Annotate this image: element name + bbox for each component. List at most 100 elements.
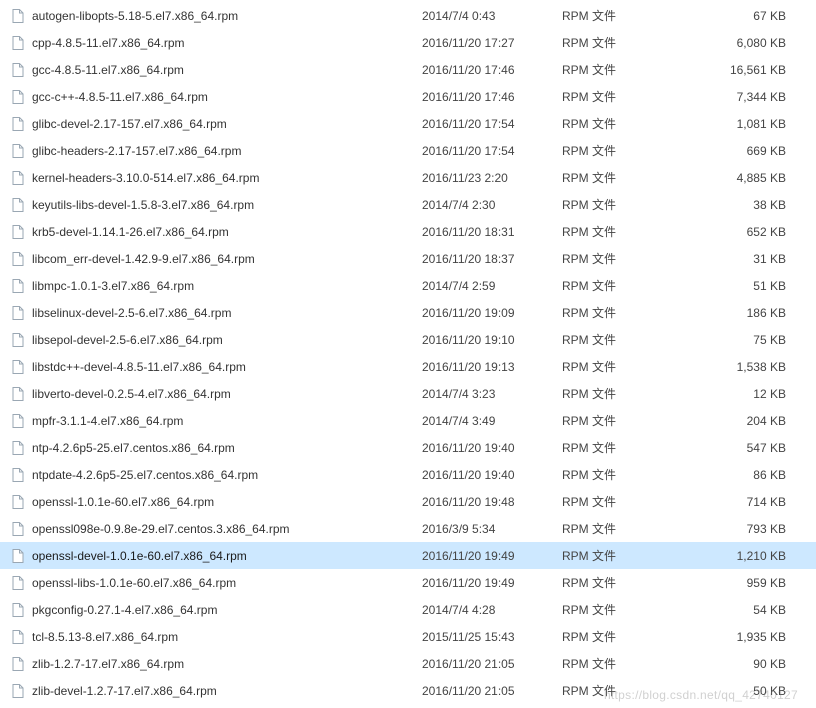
file-type: RPM 文件 <box>562 466 662 483</box>
file-name: ntp-4.2.6p5-25.el7.centos.x86_64.rpm <box>32 441 422 455</box>
file-icon <box>10 494 26 510</box>
file-date: 2016/11/20 17:54 <box>422 144 562 158</box>
file-row[interactable]: libmpc-1.0.1-3.el7.x86_64.rpm2014/7/4 2:… <box>0 272 816 299</box>
file-size: 16,561 KB <box>662 63 810 77</box>
file-icon <box>10 8 26 24</box>
file-size: 86 KB <box>662 468 810 482</box>
file-row[interactable]: openssl-libs-1.0.1e-60.el7.x86_64.rpm201… <box>0 569 816 596</box>
file-date: 2016/3/9 5:34 <box>422 522 562 536</box>
file-date: 2016/11/20 17:54 <box>422 117 562 131</box>
file-type: RPM 文件 <box>562 385 662 402</box>
file-name: pkgconfig-0.27.1-4.el7.x86_64.rpm <box>32 603 422 617</box>
file-date: 2016/11/20 19:49 <box>422 576 562 590</box>
file-type: RPM 文件 <box>562 304 662 321</box>
file-name: cpp-4.8.5-11.el7.x86_64.rpm <box>32 36 422 50</box>
file-list[interactable]: autogen-libopts-5.18-5.el7.x86_64.rpm201… <box>0 0 816 708</box>
file-icon <box>10 467 26 483</box>
file-type: RPM 文件 <box>562 196 662 213</box>
file-size: 7,344 KB <box>662 90 810 104</box>
file-row[interactable]: tcl-8.5.13-8.el7.x86_64.rpm2015/11/25 15… <box>0 623 816 650</box>
file-size: 31 KB <box>662 252 810 266</box>
file-icon <box>10 575 26 591</box>
file-date: 2016/11/20 18:31 <box>422 225 562 239</box>
file-name: zlib-1.2.7-17.el7.x86_64.rpm <box>32 657 422 671</box>
file-date: 2014/7/4 2:59 <box>422 279 562 293</box>
file-type: RPM 文件 <box>562 439 662 456</box>
file-row[interactable]: cpp-4.8.5-11.el7.x86_64.rpm2016/11/20 17… <box>0 29 816 56</box>
file-size: 1,935 KB <box>662 630 810 644</box>
file-row[interactable]: libselinux-devel-2.5-6.el7.x86_64.rpm201… <box>0 299 816 326</box>
file-date: 2016/11/20 17:46 <box>422 90 562 104</box>
file-size: 4,885 KB <box>662 171 810 185</box>
file-date: 2014/7/4 3:49 <box>422 414 562 428</box>
file-date: 2016/11/20 19:40 <box>422 441 562 455</box>
file-date: 2016/11/20 18:37 <box>422 252 562 266</box>
file-row[interactable]: ntp-4.2.6p5-25.el7.centos.x86_64.rpm2016… <box>0 434 816 461</box>
file-size: 547 KB <box>662 441 810 455</box>
file-icon <box>10 116 26 132</box>
file-row[interactable]: keyutils-libs-devel-1.5.8-3.el7.x86_64.r… <box>0 191 816 218</box>
file-type: RPM 文件 <box>562 574 662 591</box>
file-icon <box>10 62 26 78</box>
file-date: 2016/11/20 19:13 <box>422 360 562 374</box>
file-type: RPM 文件 <box>562 628 662 645</box>
file-size: 75 KB <box>662 333 810 347</box>
file-name: openssl-1.0.1e-60.el7.x86_64.rpm <box>32 495 422 509</box>
file-icon <box>10 413 26 429</box>
file-row[interactable]: glibc-devel-2.17-157.el7.x86_64.rpm2016/… <box>0 110 816 137</box>
file-icon <box>10 224 26 240</box>
file-row[interactable]: gcc-c++-4.8.5-11.el7.x86_64.rpm2016/11/2… <box>0 83 816 110</box>
file-size: 90 KB <box>662 657 810 671</box>
file-name: autogen-libopts-5.18-5.el7.x86_64.rpm <box>32 9 422 23</box>
file-size: 38 KB <box>662 198 810 212</box>
file-type: RPM 文件 <box>562 412 662 429</box>
file-name: glibc-devel-2.17-157.el7.x86_64.rpm <box>32 117 422 131</box>
file-date: 2016/11/20 19:10 <box>422 333 562 347</box>
file-row[interactable]: openssl-1.0.1e-60.el7.x86_64.rpm2016/11/… <box>0 488 816 515</box>
file-type: RPM 文件 <box>562 520 662 537</box>
file-row[interactable]: mpfr-3.1.1-4.el7.x86_64.rpm2014/7/4 3:49… <box>0 407 816 434</box>
file-row[interactable]: autogen-libopts-5.18-5.el7.x86_64.rpm201… <box>0 2 816 29</box>
file-icon <box>10 656 26 672</box>
file-size: 186 KB <box>662 306 810 320</box>
file-name: kernel-headers-3.10.0-514.el7.x86_64.rpm <box>32 171 422 185</box>
file-row[interactable]: libsepol-devel-2.5-6.el7.x86_64.rpm2016/… <box>0 326 816 353</box>
file-size: 50 KB <box>662 684 810 698</box>
file-name: mpfr-3.1.1-4.el7.x86_64.rpm <box>32 414 422 428</box>
file-type: RPM 文件 <box>562 7 662 24</box>
file-type: RPM 文件 <box>562 250 662 267</box>
file-type: RPM 文件 <box>562 655 662 672</box>
file-row[interactable]: openssl098e-0.9.8e-29.el7.centos.3.x86_6… <box>0 515 816 542</box>
file-icon <box>10 35 26 51</box>
file-icon <box>10 251 26 267</box>
file-name: openssl098e-0.9.8e-29.el7.centos.3.x86_6… <box>32 522 422 536</box>
file-row[interactable]: gcc-4.8.5-11.el7.x86_64.rpm2016/11/20 17… <box>0 56 816 83</box>
file-row[interactable]: libverto-devel-0.2.5-4.el7.x86_64.rpm201… <box>0 380 816 407</box>
file-date: 2015/11/25 15:43 <box>422 630 562 644</box>
file-size: 51 KB <box>662 279 810 293</box>
file-icon <box>10 170 26 186</box>
file-row[interactable]: pkgconfig-0.27.1-4.el7.x86_64.rpm2014/7/… <box>0 596 816 623</box>
file-row[interactable]: glibc-headers-2.17-157.el7.x86_64.rpm201… <box>0 137 816 164</box>
file-size: 1,210 KB <box>662 549 810 563</box>
file-row[interactable]: zlib-devel-1.2.7-17.el7.x86_64.rpm2016/1… <box>0 677 816 704</box>
file-icon <box>10 197 26 213</box>
file-row[interactable]: ntpdate-4.2.6p5-25.el7.centos.x86_64.rpm… <box>0 461 816 488</box>
file-icon <box>10 278 26 294</box>
file-type: RPM 文件 <box>562 34 662 51</box>
file-row[interactable]: libstdc++-devel-4.8.5-11.el7.x86_64.rpm2… <box>0 353 816 380</box>
file-date: 2016/11/20 21:05 <box>422 657 562 671</box>
file-row[interactable]: zlib-1.2.7-17.el7.x86_64.rpm2016/11/20 2… <box>0 650 816 677</box>
file-type: RPM 文件 <box>562 331 662 348</box>
file-row[interactable]: krb5-devel-1.14.1-26.el7.x86_64.rpm2016/… <box>0 218 816 245</box>
file-date: 2016/11/23 2:20 <box>422 171 562 185</box>
file-type: RPM 文件 <box>562 547 662 564</box>
file-row[interactable]: kernel-headers-3.10.0-514.el7.x86_64.rpm… <box>0 164 816 191</box>
file-size: 652 KB <box>662 225 810 239</box>
file-row[interactable]: libcom_err-devel-1.42.9-9.el7.x86_64.rpm… <box>0 245 816 272</box>
file-icon <box>10 386 26 402</box>
file-name: tcl-8.5.13-8.el7.x86_64.rpm <box>32 630 422 644</box>
file-date: 2014/7/4 0:43 <box>422 9 562 23</box>
file-row[interactable]: openssl-devel-1.0.1e-60.el7.x86_64.rpm20… <box>0 542 816 569</box>
file-name: keyutils-libs-devel-1.5.8-3.el7.x86_64.r… <box>32 198 422 212</box>
